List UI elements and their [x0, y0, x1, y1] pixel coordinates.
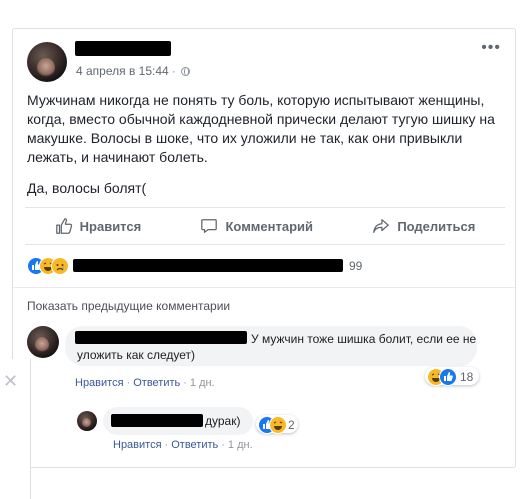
reply-1-reactions-badge[interactable]: 2 [256, 415, 298, 434]
comment-1-reply-link[interactable]: Ответить [133, 377, 180, 389]
post-author-avatar[interactable] [27, 42, 67, 82]
reactions-summary[interactable]: 99 [27, 257, 507, 275]
thumbs-up-icon [55, 218, 72, 234]
redacted-post-author-name[interactable] [75, 41, 171, 56]
post-date[interactable]: 4 апреля в 15:44 [76, 64, 169, 78]
sad-icon [51, 257, 69, 275]
comment-1-reactions-badge[interactable]: 18 [425, 367, 479, 386]
globe-icon [180, 67, 190, 76]
comment-1-like-link[interactable]: Нравится [75, 377, 124, 389]
post-timestamp[interactable]: 4 апреля в 15:44 · [76, 64, 190, 78]
redacted-reaction-names [73, 259, 343, 272]
reply-1-reaction-count: 2 [288, 418, 295, 432]
comment-1-text-line-2: уложить как следует) [77, 348, 196, 362]
like-icon [439, 368, 457, 386]
comment-button-label: Комментарий [225, 218, 314, 234]
more-options-icon[interactable]: ••• [481, 39, 501, 57]
reply-1-avatar[interactable] [77, 411, 97, 431]
show-previous-comments-link[interactable]: Показать предыдущие комментарии [27, 299, 230, 313]
comment-button[interactable]: Комментарий [200, 217, 313, 235]
reply-1-text: дурак) [205, 414, 241, 428]
comment-1-bubble: У мужчин тоже шишка болит, если ее не ул… [65, 326, 477, 366]
reply-1-actions: Нравится · Ответить · 1 дн. [113, 439, 253, 451]
post-paragraph-2: Да, волосы болят( [27, 180, 147, 196]
post-paragraph-1: Мужчинам никогда не понять ту боль, кото… [27, 92, 495, 165]
share-button[interactable]: Поделиться [372, 217, 475, 235]
comment-1-time[interactable]: 1 дн. [190, 377, 215, 389]
reaction-count: 99 [349, 259, 363, 273]
reply-1-time[interactable]: 1 дн. [228, 439, 253, 451]
reply-1-like-link[interactable]: Нравится [113, 439, 162, 451]
comment-1-avatar[interactable] [27, 326, 59, 358]
comment-1-reaction-count: 18 [460, 370, 474, 384]
comment-1-actions: Нравится · Ответить · 1 дн. [75, 377, 215, 389]
like-button[interactable]: Нравится [55, 217, 142, 235]
reply-1-bubble: дурак) [103, 407, 253, 435]
redacted-comment-1-author[interactable] [75, 331, 247, 344]
post-body: Мужчинам никогда не понять ту боль, кото… [27, 91, 505, 210]
reply-1-reply-link[interactable]: Ответить [171, 439, 218, 451]
close-icon[interactable]: ✕ [3, 371, 18, 392]
comment-1-text-line-1: У мужчин тоже шишка болит, если ее не [251, 332, 477, 346]
share-button-label: Поделиться [397, 218, 476, 234]
haha-icon [269, 416, 287, 434]
like-button-label: Нравится [79, 218, 142, 234]
comments-divider [13, 287, 515, 288]
post-card: 4 апреля в 15:44 · ••• Мужчинам никогда н… [1, 28, 516, 499]
post-actions-bar: Нравится Комментарий Поделиться [25, 207, 505, 245]
redacted-reply-1-author[interactable] [111, 414, 203, 427]
side-panel-overlay: ✕ [1, 359, 31, 499]
comment-bubble-icon [201, 219, 218, 233]
share-arrow-icon [373, 219, 390, 233]
